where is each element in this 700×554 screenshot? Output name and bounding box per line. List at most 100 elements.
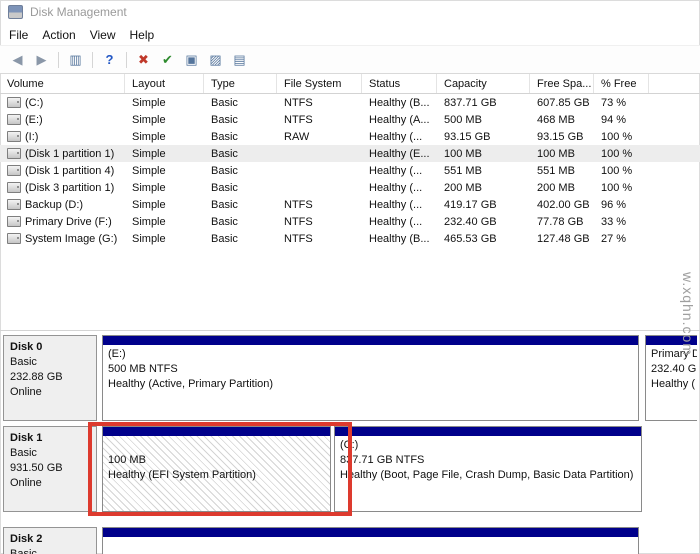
- disk-management-window: Disk Management FileActionViewHelp ◀▶▥?✖…: [0, 0, 700, 554]
- volume-icon: [7, 216, 21, 227]
- volume-cell: RAW: [277, 128, 362, 145]
- volume-label: (Disk 1 partition 4): [25, 165, 114, 177]
- volume-cell: Simple: [125, 213, 204, 230]
- partition-line: (C:): [340, 438, 636, 453]
- back-icon[interactable]: ◀: [7, 50, 28, 70]
- help-icon[interactable]: ?: [99, 50, 120, 70]
- volume-name-cell: System Image (G:): [0, 230, 125, 247]
- volume-label: Backup (D:): [25, 199, 83, 211]
- partition-volume-e[interactable]: (E:)500 MB NTFSHealthy (Active, Primary …: [102, 335, 639, 421]
- mark-partition-active-icon[interactable]: ✔: [157, 50, 178, 70]
- properties-icon[interactable]: ▨: [205, 50, 226, 70]
- partition-line: 232.40 G: [651, 362, 697, 377]
- volume-cell: NTFS: [277, 213, 362, 230]
- volume-cell: 607.85 GB: [530, 94, 594, 111]
- watermark: w.xqhn.com: [680, 272, 696, 356]
- partition-color-band: [103, 427, 330, 436]
- volume-cell: 419.17 GB: [437, 196, 530, 213]
- volume-cell: Healthy (A...: [362, 111, 437, 128]
- volume-row[interactable]: (I:)SimpleBasicRAWHealthy (...93.15 GB93…: [0, 128, 700, 145]
- column-header-status[interactable]: Status: [362, 74, 437, 93]
- volume-cell: Simple: [125, 145, 204, 162]
- volume-row[interactable]: (C:)SimpleBasicNTFSHealthy (B...837.71 G…: [0, 94, 700, 111]
- partition-line: Healthy (: [651, 377, 697, 392]
- column-header-volume[interactable]: Volume: [0, 74, 125, 93]
- partition-color-band: [335, 427, 641, 436]
- partition-text: (C:)837.71 GB NTFSHealthy (Boot, Page Fi…: [335, 436, 641, 485]
- menu-view[interactable]: View: [83, 26, 123, 44]
- disk-panel-0[interactable]: Disk 0Basic232.88 GBOnline: [3, 335, 97, 421]
- volume-row[interactable]: (Disk 3 partition 1)SimpleBasicHealthy (…: [0, 179, 700, 196]
- volume-cell: 402.00 GB: [530, 196, 594, 213]
- toolbar-separator: [92, 52, 93, 68]
- volume-cell: 100 %: [594, 145, 649, 162]
- volume-row[interactable]: Primary Drive (F:)SimpleBasicNTFSHealthy…: [0, 213, 700, 230]
- volume-table-body: (C:)SimpleBasicNTFSHealthy (B...837.71 G…: [0, 94, 700, 247]
- show-console-tree-icon[interactable]: ▥: [65, 50, 86, 70]
- partition-line: (E:): [108, 347, 633, 362]
- volume-icon: [7, 233, 21, 244]
- partition-line: 500 MB NTFS: [108, 362, 633, 377]
- volume-row[interactable]: (Disk 1 partition 4)SimpleBasicHealthy (…: [0, 162, 700, 179]
- volume-row[interactable]: Backup (D:)SimpleBasicNTFSHealthy (...41…: [0, 196, 700, 213]
- volume-cell: 465.53 GB: [437, 230, 530, 247]
- volume-cell: 73 %: [594, 94, 649, 111]
- volume-row[interactable]: System Image (G:)SimpleBasicNTFSHealthy …: [0, 230, 700, 247]
- partition-color-band: [103, 336, 638, 345]
- help-topics-icon[interactable]: ▤: [229, 50, 250, 70]
- delete-volume-icon[interactable]: ✖: [133, 50, 154, 70]
- volume-icon: [7, 182, 21, 193]
- volume-cell: [277, 179, 362, 196]
- disk-panel-2[interactable]: Disk 2Basic: [3, 527, 97, 554]
- volume-cell: Healthy (...: [362, 213, 437, 230]
- volume-cell: 127.48 GB: [530, 230, 594, 247]
- disk-info-line: 232.88 GB: [10, 370, 90, 385]
- partition-text: 100 MBHealthy (EFI System Partition): [103, 436, 330, 485]
- column-header-layout[interactable]: Layout: [125, 74, 204, 93]
- volume-icon: [7, 165, 21, 176]
- partition-disk2-partition[interactable]: [102, 527, 639, 554]
- volume-cell: NTFS: [277, 230, 362, 247]
- partition-volume-c[interactable]: (C:)837.71 GB NTFSHealthy (Boot, Page Fi…: [334, 426, 642, 512]
- disk-info-line: Basic: [10, 446, 90, 461]
- volume-icon: [7, 114, 21, 125]
- volume-icon: [7, 97, 21, 108]
- volume-label: (Disk 1 partition 1): [25, 148, 114, 160]
- partition-line: Healthy (Active, Primary Partition): [108, 377, 633, 392]
- volume-table-header: VolumeLayoutTypeFile SystemStatusCapacit…: [0, 74, 700, 94]
- volume-cell: 100 %: [594, 179, 649, 196]
- volume-cell: 500 MB: [437, 111, 530, 128]
- volume-label: (I:): [25, 131, 38, 143]
- partition-line: Healthy (Boot, Page File, Crash Dump, Ba…: [340, 468, 636, 483]
- volume-cell: Basic: [204, 230, 277, 247]
- partition-line: 100 MB: [108, 453, 325, 468]
- volume-cell: 94 %: [594, 111, 649, 128]
- toolbar-separator: [126, 52, 127, 68]
- volume-cell: Basic: [204, 179, 277, 196]
- column-header-free[interactable]: % Free: [594, 74, 649, 93]
- volume-cell: 93.15 GB: [530, 128, 594, 145]
- menu-file[interactable]: File: [2, 26, 35, 44]
- volume-cell: Simple: [125, 94, 204, 111]
- new-simple-volume-icon[interactable]: ▣: [181, 50, 202, 70]
- forward-icon[interactable]: ▶: [31, 50, 52, 70]
- menu-action[interactable]: Action: [35, 26, 82, 44]
- column-header-capacity[interactable]: Capacity: [437, 74, 530, 93]
- partition-efi-system-partition[interactable]: 100 MBHealthy (EFI System Partition): [102, 426, 331, 512]
- volume-row[interactable]: (E:)SimpleBasicNTFSHealthy (A...500 MB46…: [0, 111, 700, 128]
- volume-cell: 232.40 GB: [437, 213, 530, 230]
- volume-cell: NTFS: [277, 94, 362, 111]
- volume-cell: 33 %: [594, 213, 649, 230]
- volume-cell: 100 MB: [530, 145, 594, 162]
- volume-cell: 837.71 GB: [437, 94, 530, 111]
- menu-help[interactable]: Help: [123, 26, 162, 44]
- volume-label: (E:): [25, 114, 43, 126]
- column-header-filesystem[interactable]: File System: [277, 74, 362, 93]
- disk-panel-1[interactable]: Disk 1Basic931.50 GBOnline: [3, 426, 97, 512]
- volume-row[interactable]: (Disk 1 partition 1)SimpleBasicHealthy (…: [0, 145, 700, 162]
- volume-name-cell: (E:): [0, 111, 125, 128]
- column-header-freespa[interactable]: Free Spa...: [530, 74, 594, 93]
- column-header-type[interactable]: Type: [204, 74, 277, 93]
- partition-text: (E:)500 MB NTFSHealthy (Active, Primary …: [103, 345, 638, 394]
- partition-color-band: [103, 528, 638, 537]
